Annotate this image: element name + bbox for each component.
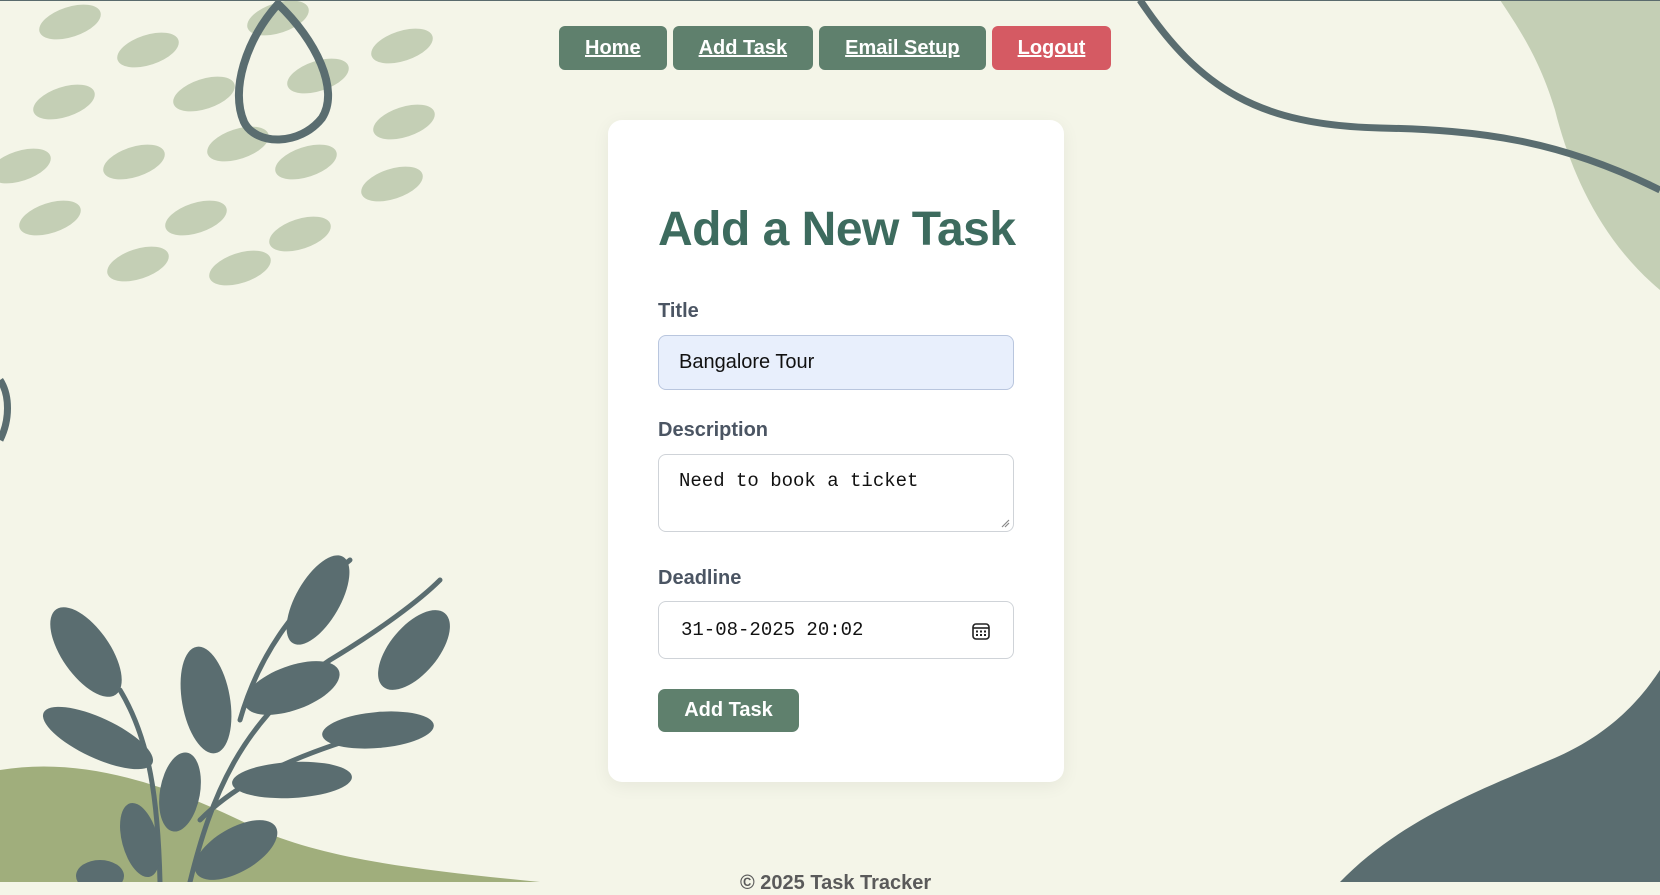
add-task-submit-button[interactable]: Add Task <box>658 689 799 732</box>
title-input[interactable]: Bangalore Tour <box>658 335 1014 390</box>
title-label: Title <box>658 300 699 322</box>
top-nav: Home Add Task Email Setup Logout <box>559 26 1112 70</box>
resize-grip-icon[interactable] <box>1000 518 1010 528</box>
nav-email-setup-link[interactable]: Email Setup <box>819 26 986 70</box>
description-label: Description <box>658 419 769 441</box>
nav-logout-link[interactable]: Logout <box>991 26 1112 70</box>
description-textarea[interactable]: Need to book a ticket <box>658 454 1014 532</box>
footer-copyright: © 2025 Task Tracker <box>740 872 932 894</box>
page-title: Add a New Task <box>658 203 1016 256</box>
calendar-icon[interactable] <box>971 621 991 641</box>
deadline-label: Deadline <box>658 567 742 589</box>
deadline-input[interactable]: 31-08-2025 20:02 <box>658 601 1014 659</box>
nav-home-link[interactable]: Home <box>559 26 667 70</box>
top-border <box>0 0 1660 1</box>
title-input-value: Bangalore Tour <box>679 351 815 373</box>
add-task-card: Add a New Task Title Bangalore Tour Desc… <box>608 120 1064 782</box>
deadline-input-value: 31-08-2025 20:02 <box>681 619 864 641</box>
nav-add-task-link[interactable]: Add Task <box>672 26 814 70</box>
description-textarea-value: Need to book a ticket <box>679 470 919 492</box>
